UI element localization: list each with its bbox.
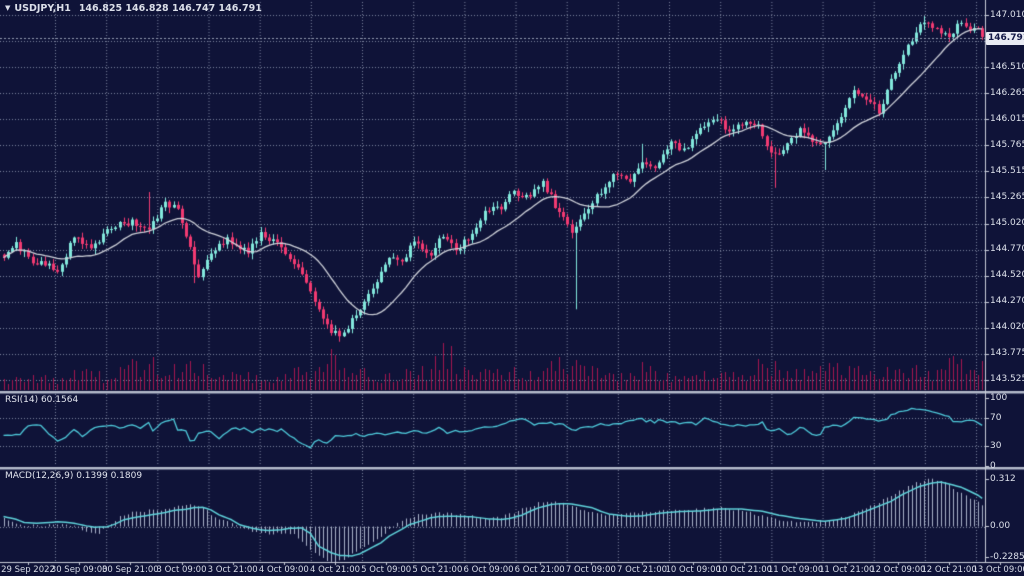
time-axis-label: 13 Oct 09:00 [973, 565, 1024, 575]
price-axis-label: 145.515 [990, 166, 1024, 176]
macd-axis-label: -0.2285 [990, 552, 1024, 562]
time-axis-label: 6 Oct 21:00 [515, 565, 565, 575]
price-axis-label: 144.020 [990, 322, 1024, 332]
time-axis-label: 5 Oct 09:00 [361, 565, 411, 575]
time-axis-label: 30 Sep 09:00 [51, 565, 108, 575]
rsi-axis-label: 30 [990, 441, 1001, 451]
time-axis-label: 11 Oct 21:00 [819, 565, 874, 575]
rsi-axis-label: 0 [990, 461, 996, 471]
macd-axis-label: 0.312 [990, 474, 1016, 484]
time-axis-label: 10 Oct 09:00 [665, 565, 720, 575]
chart-canvas[interactable] [0, 0, 1024, 576]
ohlc-values: 146.825 146.828 146.747 146.791 [79, 3, 262, 14]
price-axis-label: 146.265 [990, 88, 1024, 98]
time-axis-label: 10 Oct 21:00 [717, 565, 772, 575]
time-axis-label: 6 Oct 09:00 [464, 565, 514, 575]
price-axis-label: 145.765 [990, 140, 1024, 150]
price-axis-label: 145.265 [990, 192, 1024, 202]
price-axis-label: 146.015 [990, 114, 1024, 124]
price-axis-label: 147.010 [990, 10, 1024, 20]
current-price-tag: 146.791 [986, 32, 1024, 45]
rsi-indicator-label: RSI(14) 60.1564 [5, 395, 78, 405]
time-axis-label: 30 Sep 21:00 [102, 565, 159, 575]
price-axis-label: 144.770 [990, 244, 1024, 254]
time-axis-label: 3 Oct 21:00 [208, 565, 258, 575]
time-axis-label: 29 Sep 2022 [1, 565, 55, 575]
trading-chart-window: ▼ USDJPY,H1 146.825 146.828 146.747 146.79… [0, 0, 1024, 576]
time-axis-label: 4 Oct 21:00 [310, 565, 360, 575]
time-axis-label: 4 Oct 09:00 [259, 565, 309, 575]
price-axis-label: 145.020 [990, 218, 1024, 228]
current-price-value: 146.791 [988, 33, 1024, 43]
symbol-dropdown-icon[interactable]: ▼ [5, 4, 10, 12]
time-axis-label: 12 Oct 09:00 [870, 565, 925, 575]
price-axis-label: 143.775 [990, 348, 1024, 358]
time-axis-label: 11 Oct 09:00 [768, 565, 823, 575]
macd-indicator-label: MACD(12,26,9) 0.1399 0.1809 [5, 471, 142, 481]
macd-axis-label: 0.00 [990, 521, 1010, 531]
time-axis-label: 3 Oct 09:00 [156, 565, 206, 575]
price-axis-label: 144.520 [990, 270, 1024, 280]
price-axis-label: 146.510 [990, 62, 1024, 72]
time-axis-label: 7 Oct 21:00 [617, 565, 667, 575]
chart-title: ▼ USDJPY,H1 146.825 146.828 146.747 146.79… [5, 3, 262, 14]
rsi-axis-label: 100 [990, 393, 1007, 403]
price-axis-label: 144.270 [990, 296, 1024, 306]
rsi-axis-label: 70 [990, 413, 1001, 423]
symbol-timeframe-label: USDJPY,H1 [14, 3, 70, 14]
time-axis-label: 5 Oct 21:00 [412, 565, 462, 575]
price-axis-label: 143.525 [990, 374, 1024, 384]
time-axis-label: 12 Oct 21:00 [921, 565, 976, 575]
time-axis-label: 7 Oct 09:00 [566, 565, 616, 575]
